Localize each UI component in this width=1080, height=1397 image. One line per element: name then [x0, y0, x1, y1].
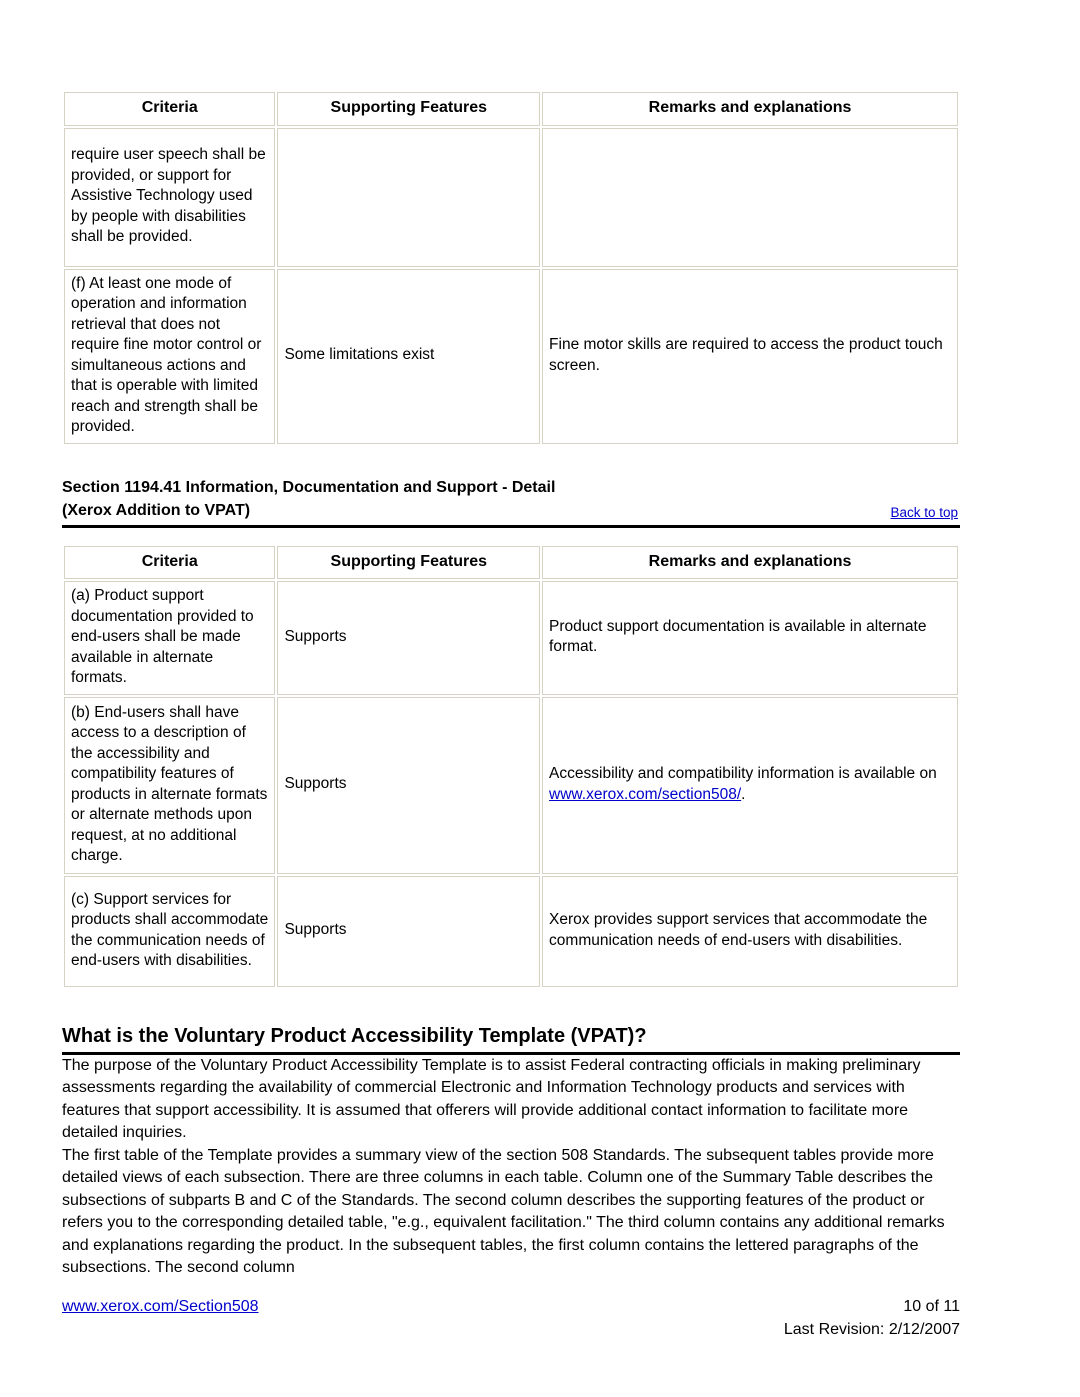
section-heading-line-1: Section 1194.41 Information, Documentati…	[62, 478, 556, 496]
cell-criteria: (b) End-users shall have access to a des…	[64, 696, 276, 874]
cell-supporting-features: Supports	[277, 875, 541, 987]
column-header-remarks: Remarks and explanations	[542, 92, 958, 126]
cell-criteria: (a) Product support documentation provid…	[64, 581, 276, 695]
remarks-text: Xerox provides support services that acc…	[549, 911, 928, 949]
cell-remarks: Fine motor skills are required to access…	[542, 268, 958, 444]
cell-criteria: (c) Support services for products shall …	[64, 875, 276, 987]
footer-url-link[interactable]: www.xerox.com/Section508	[62, 1295, 259, 1318]
cell-criteria: (f) At least one mode of operation and i…	[64, 268, 276, 444]
footer-row: www.xerox.com/Section508 10 of 11 Last R…	[62, 1295, 960, 1341]
table-header-row: Criteria Supporting Features Remarks and…	[64, 92, 958, 126]
section-heading-block: Section 1194.41 Information, Documentati…	[62, 476, 960, 528]
column-header-criteria: Criteria	[64, 545, 276, 579]
footer-page-number: 10 of 11	[903, 1298, 960, 1315]
table-row: (a) Product support documentation provid…	[64, 581, 958, 695]
vpat-table-continuation: Criteria Supporting Features Remarks and…	[62, 90, 960, 446]
cell-supporting-features: Supports	[277, 696, 541, 874]
cell-remarks: Product support documentation is availab…	[542, 581, 958, 695]
document-page: Criteria Supporting Features Remarks and…	[62, 0, 960, 1397]
cell-supporting-features	[277, 127, 541, 267]
table-row: (b) End-users shall have access to a des…	[64, 696, 958, 874]
table-top-wrapper: Criteria Supporting Features Remarks and…	[62, 0, 960, 446]
column-header-supporting-features: Supporting Features	[277, 92, 541, 126]
column-header-remarks: Remarks and explanations	[542, 545, 958, 579]
footer-last-revision: Last Revision: 2/12/2007	[783, 1321, 960, 1338]
section-heading-rule	[62, 524, 960, 528]
cell-criteria: require user speech shall be provided, o…	[64, 127, 276, 267]
cell-remarks	[542, 127, 958, 267]
footer-meta: 10 of 11 Last Revision: 2/12/2007	[784, 1295, 960, 1341]
page-footer: www.xerox.com/Section508 10 of 11 Last R…	[62, 1295, 960, 1341]
xerox-section508-link[interactable]: www.xerox.com/section508/	[549, 786, 741, 803]
vpat-paragraph-2: The first table of the Template provides…	[62, 1146, 945, 1277]
table-row: (f) At least one mode of operation and i…	[64, 268, 958, 444]
remarks-text-tail: .	[741, 785, 746, 803]
remarks-text: Accessibility and compatibility informat…	[549, 765, 937, 782]
column-header-criteria: Criteria	[64, 92, 276, 126]
cell-remarks: Accessibility and compatibility informat…	[542, 696, 958, 874]
remarks-text: Product support documentation is availab…	[549, 617, 927, 656]
table-row: require user speech shall be provided, o…	[64, 127, 958, 267]
column-header-supporting-features: Supporting Features	[277, 545, 541, 579]
table-detail-wrapper: Criteria Supporting Features Remarks and…	[62, 528, 960, 989]
cell-supporting-features: Supports	[277, 581, 541, 695]
table-row: (c) Support services for products shall …	[64, 875, 958, 987]
vpat-heading: What is the Voluntary Product Accessibil…	[62, 1024, 647, 1047]
cell-supporting-features: Some limitations exist	[277, 268, 541, 444]
back-to-top-link[interactable]: Back to top	[890, 505, 958, 521]
vpat-table-detail: Criteria Supporting Features Remarks and…	[62, 543, 960, 989]
table-header-row: Criteria Supporting Features Remarks and…	[64, 545, 958, 579]
cell-remarks: Xerox provides support services that acc…	[542, 875, 958, 987]
section-heading-text: Section 1194.41 Information, Documentati…	[62, 476, 960, 524]
section-heading-line-2: (Xerox Addition to VPAT)	[62, 501, 251, 519]
vpat-paragraph-1: The purpose of the Voluntary Product Acc…	[62, 1056, 921, 1142]
